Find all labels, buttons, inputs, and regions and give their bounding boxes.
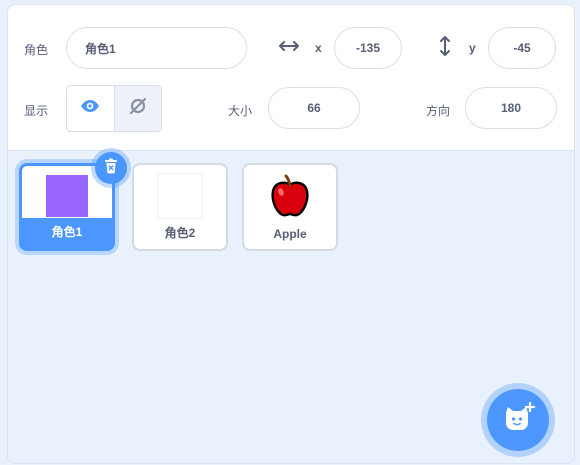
trash-icon	[104, 158, 118, 179]
sprite-tile-label: 角色2	[164, 226, 196, 240]
sprite-pane: 角色 角色1 x -135 y -45 显示 大小 66 方向 180 角色1 …	[7, 4, 575, 464]
direction-label: 方向	[426, 104, 451, 118]
y-input[interactable]: -45	[488, 27, 556, 69]
visibility-toggle	[66, 85, 162, 132]
y-label: y	[469, 41, 476, 55]
show-label: 显示	[24, 104, 49, 118]
vertical-arrow-icon	[439, 35, 451, 62]
sprite-name-input[interactable]: 角色1	[66, 27, 247, 69]
sprite-thumbnail	[46, 175, 88, 217]
x-input[interactable]: -135	[334, 27, 402, 69]
sprite-thumbnail	[157, 173, 203, 219]
sprite-name-label: 角色	[24, 43, 49, 57]
x-value: -135	[355, 41, 381, 55]
horizontal-arrow-icon	[278, 39, 300, 58]
sprite-info-panel: 角色 角色1 x -135 y -45 显示 大小 66 方向 180	[8, 5, 574, 151]
hide-sprite-button[interactable]	[114, 86, 161, 131]
eye-hidden-icon	[128, 96, 148, 121]
x-label: x	[315, 41, 322, 55]
sprite-tile-label: 角色1	[51, 225, 83, 239]
direction-input[interactable]: 180	[465, 87, 557, 129]
sprite-tile-2[interactable]: 角色2	[132, 163, 228, 251]
direction-value: 180	[500, 101, 522, 115]
size-input[interactable]: 66	[268, 87, 360, 129]
apple-icon	[266, 171, 314, 224]
sprite-tile-label: Apple	[273, 227, 307, 241]
sprite-tile-apple[interactable]: Apple	[242, 163, 338, 251]
sprite-name-value: 角色1	[85, 41, 116, 56]
y-value: -45	[513, 41, 531, 55]
add-sprite-button[interactable]	[487, 389, 549, 451]
size-label: 大小	[228, 104, 253, 118]
eye-icon	[80, 98, 100, 119]
size-value: 66	[307, 101, 321, 115]
add-sprite-icon	[501, 401, 536, 439]
delete-sprite-button[interactable]	[95, 152, 127, 184]
show-sprite-button[interactable]	[67, 86, 115, 131]
